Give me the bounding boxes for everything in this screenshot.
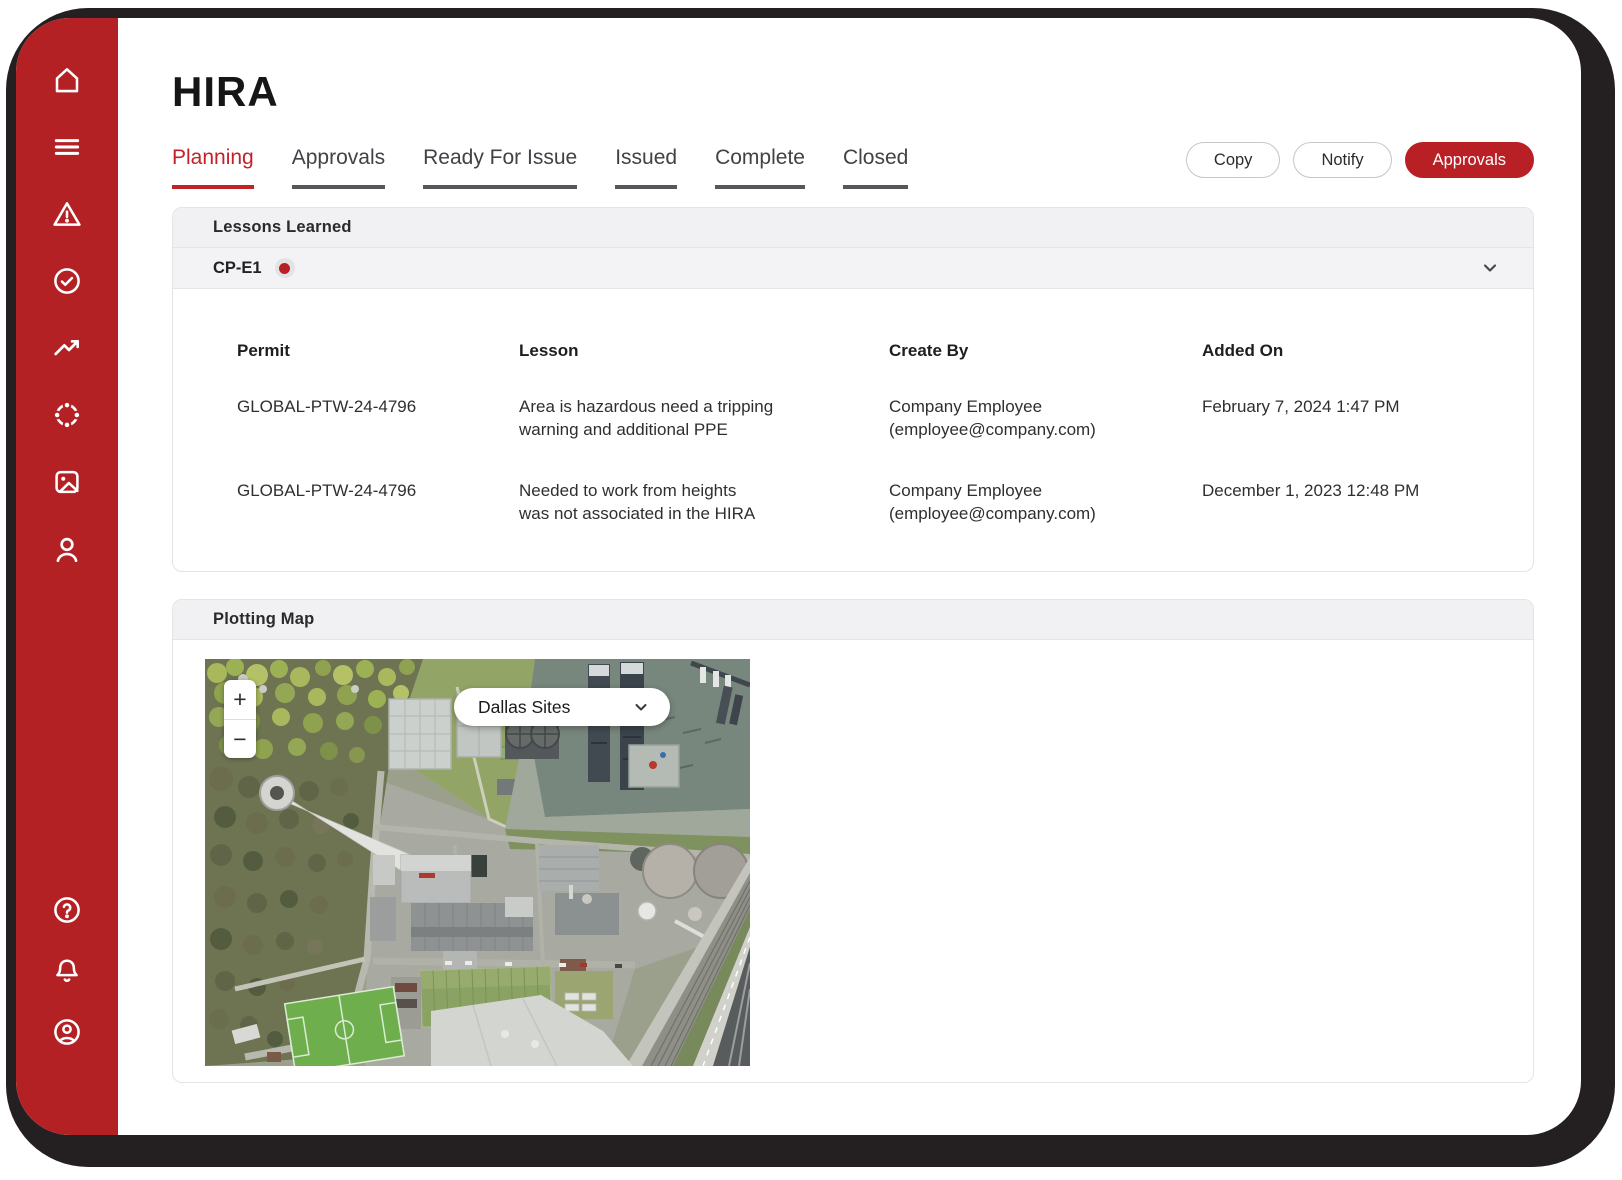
sidebar-nav-bottom xyxy=(51,894,83,1135)
lessons-learned-title: Lessons Learned xyxy=(213,218,352,236)
main-content: HIRA Planning Approvals Ready For Issue … xyxy=(118,18,1581,1135)
table-cell-permit: GLOBAL-PTW-24-4796 xyxy=(237,397,417,416)
table-cell-lesson: Needed to work from heights was not asso… xyxy=(519,481,756,523)
map-zoom-control: + − xyxy=(224,680,256,758)
lessons-table: Permit Lesson Create By Added On GLOBAL-… xyxy=(173,289,1533,571)
tab-closed[interactable]: Closed xyxy=(842,146,909,189)
notify-button[interactable]: Notify xyxy=(1293,142,1392,178)
image-icon[interactable] xyxy=(51,466,83,498)
tab-issued[interactable]: Issued xyxy=(615,146,678,189)
plotting-map-title: Plotting Map xyxy=(213,610,315,628)
alert-triangle-icon[interactable] xyxy=(51,198,83,230)
help-icon[interactable] xyxy=(51,894,83,926)
table-cell-added-on: February 7, 2024 1:47 PM xyxy=(1202,397,1400,416)
plotting-map-body: + − Dallas Sites xyxy=(173,640,1533,1082)
lessons-group-label: CP-E1 xyxy=(213,258,262,277)
account-icon[interactable] xyxy=(51,1016,83,1048)
sidebar xyxy=(16,18,118,1135)
home-icon[interactable] xyxy=(51,64,83,96)
sidebar-nav-top xyxy=(51,64,83,565)
col-header-lesson: Lesson xyxy=(519,341,579,360)
lessons-learned-panel: Lessons Learned CP-E1 Permit Lesson Crea… xyxy=(172,207,1534,572)
tab-approvals[interactable]: Approvals xyxy=(291,146,386,189)
col-header-create-by: Create By xyxy=(889,341,969,360)
notifications-bell-icon[interactable] xyxy=(51,955,83,987)
tab-planning[interactable]: Planning xyxy=(172,146,254,189)
chevron-down-icon xyxy=(632,698,650,716)
status-dot-chip xyxy=(274,258,295,278)
tabs: Planning Approvals Ready For Issue Issue… xyxy=(172,146,909,189)
site-selector-dropdown[interactable]: Dallas Sites xyxy=(454,688,670,726)
red-status-dot xyxy=(279,262,291,274)
lessons-group-row[interactable]: CP-E1 xyxy=(173,248,1533,289)
approvals-button[interactable]: Approvals xyxy=(1404,142,1534,178)
copy-button[interactable]: Copy xyxy=(1185,142,1281,178)
table-cell-added-on: December 1, 2023 12:48 PM xyxy=(1202,481,1420,500)
page-title: HIRA xyxy=(172,68,279,115)
user-icon[interactable] xyxy=(51,533,83,565)
app-window: HIRA Planning Approvals Ready For Issue … xyxy=(16,18,1581,1135)
col-header-permit: Permit xyxy=(237,341,290,360)
menu-icon[interactable] xyxy=(51,131,83,163)
trending-up-icon[interactable] xyxy=(51,332,83,364)
plotting-map-panel: Plotting Map + − Dallas Sites xyxy=(172,599,1534,1083)
aerial-map-image[interactable]: + − Dallas Sites xyxy=(205,659,750,1066)
tab-bar: Planning Approvals Ready For Issue Issue… xyxy=(172,142,1534,189)
zoom-out-button[interactable]: − xyxy=(224,719,256,758)
chevron-down-icon[interactable] xyxy=(1481,259,1499,277)
table-cell-permit: GLOBAL-PTW-24-4796 xyxy=(237,481,417,500)
site-selector-value: Dallas Sites xyxy=(478,696,571,717)
plot-points-icon[interactable] xyxy=(51,399,83,431)
table-cell-create-by: Company Employee (employee@company.com) xyxy=(889,397,1096,439)
tab-ready-for-issue[interactable]: Ready For Issue xyxy=(423,146,578,189)
table-cell-lesson: Area is hazardous need a tripping warnin… xyxy=(519,397,774,439)
table-cell-create-by: Company Employee (employee@company.com) xyxy=(889,481,1096,523)
toolbar-actions: Copy Notify Approvals xyxy=(1185,142,1534,178)
zoom-in-button[interactable]: + xyxy=(224,680,256,719)
tab-complete[interactable]: Complete xyxy=(715,146,805,189)
check-circle-icon[interactable] xyxy=(51,265,83,297)
plotting-map-header: Plotting Map xyxy=(173,600,1533,640)
lessons-learned-header: Lessons Learned xyxy=(173,208,1533,248)
col-header-added-on: Added On xyxy=(1202,341,1284,360)
